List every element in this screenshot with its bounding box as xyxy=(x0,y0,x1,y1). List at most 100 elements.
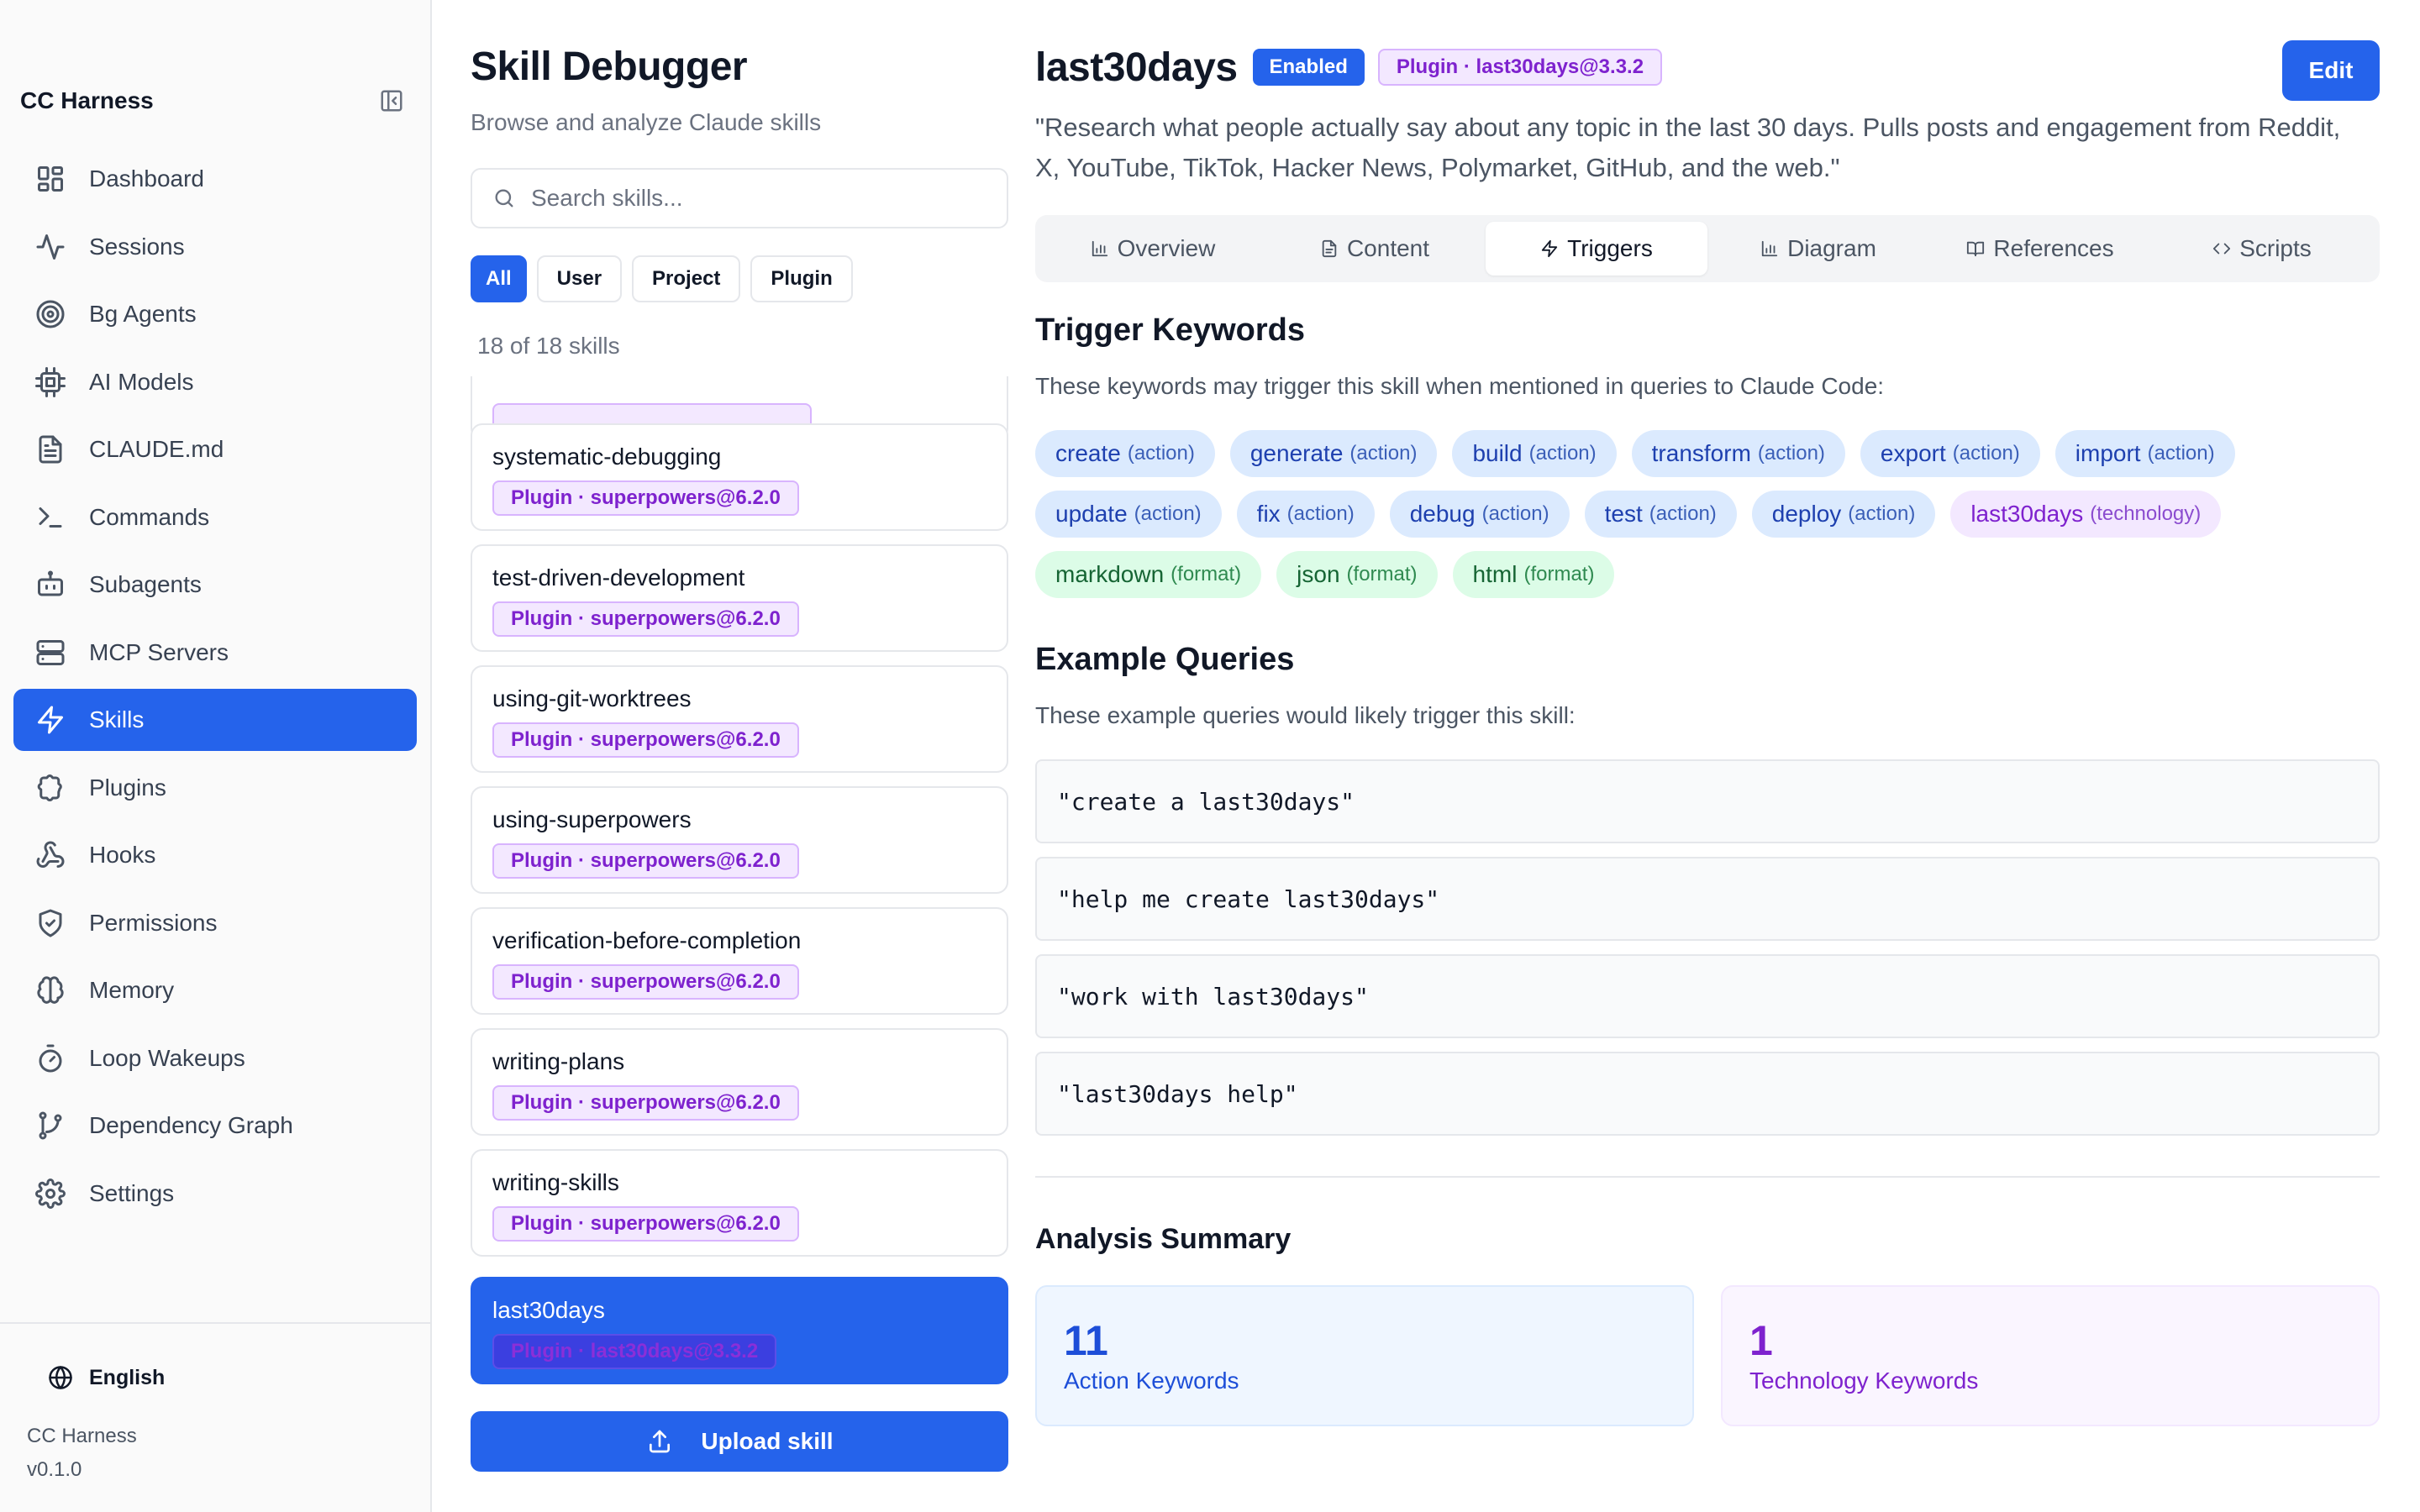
sidebar-item-memory[interactable]: Memory xyxy=(13,959,417,1021)
tab-diagram[interactable]: Diagram xyxy=(1707,222,1929,276)
page-subtitle: Browse and analyze Claude skills xyxy=(471,109,822,135)
file-icon xyxy=(1320,239,1339,258)
technology-keywords-stat: 1 Technology Keywords xyxy=(1721,1285,2380,1426)
webhook-icon xyxy=(34,838,67,872)
sidebar-item-dashboard[interactable]: Dashboard xyxy=(13,148,417,210)
detail-tabs: Overview Content Triggers Diagram References… xyxy=(1035,215,2380,282)
sidebar-item-bg-agents[interactable]: Bg Agents xyxy=(13,283,417,345)
keyword-word: generate xyxy=(1249,440,1344,466)
tab-triggers[interactable]: Triggers xyxy=(1486,222,1707,276)
keyword-type: (action) xyxy=(1528,442,1597,465)
tab-content[interactable]: Content xyxy=(1264,222,1486,276)
sidebar-item-plugins[interactable]: Plugins xyxy=(13,757,417,819)
tab-label: Diagram xyxy=(1787,235,1876,261)
skill-card[interactable]: verification-before-completion Plugin · s… xyxy=(471,907,1008,1015)
sidebar-item-mcp-servers[interactable]: MCP Servers xyxy=(13,622,417,684)
sidebar-item-label: Dependency Graph xyxy=(89,1112,293,1138)
git-branch-icon xyxy=(34,1109,67,1142)
sidebar-item-subagents[interactable]: Subagents xyxy=(13,554,417,616)
tab-references[interactable]: References xyxy=(1929,222,2151,276)
keyword-word: json xyxy=(1297,561,1340,587)
example-queries-heading: Example Queries xyxy=(1035,642,1295,677)
skill-name: systematic-debugging xyxy=(492,444,722,470)
source-badge: Plugin · last30days@3.3.2 xyxy=(1377,49,1663,86)
filter-plugin[interactable]: Plugin xyxy=(750,255,853,302)
sidebar-collapse-icon[interactable] xyxy=(376,86,407,116)
skill-card[interactable]: using-superpowers Plugin · superpowers@6.… xyxy=(471,786,1008,894)
language-selector[interactable]: English xyxy=(47,1361,165,1394)
skill-source-badge: Plugin · superpowers@6.2.0 xyxy=(492,843,799,879)
sidebar-item-hooks[interactable]: Hooks xyxy=(13,824,417,886)
upload-skill-button[interactable]: Upload skill xyxy=(471,1411,1008,1472)
keyword-word: fix xyxy=(1256,501,1281,527)
filter-all[interactable]: All xyxy=(471,255,527,302)
sidebar-item-permissions[interactable]: Permissions xyxy=(13,892,417,954)
keyword-type: (technology) xyxy=(2090,502,2202,525)
skill-card[interactable]: writing-skills Plugin · superpowers@6.2.0 xyxy=(471,1149,1008,1257)
search-box[interactable] xyxy=(471,168,1008,228)
terminal-icon xyxy=(34,501,67,534)
brain-icon xyxy=(34,974,67,1007)
example-query: "help me create last30days" xyxy=(1035,857,2380,941)
sidebar-item-label: Sessions xyxy=(89,233,185,260)
sidebar-item-ai-models[interactable]: AI Models xyxy=(13,351,417,413)
brand-row: CC Harness xyxy=(20,84,407,118)
keyword-chip: generate (action) xyxy=(1229,430,1438,477)
status-badge: Enabled xyxy=(1252,49,1365,86)
keyword-chip: markdown (format) xyxy=(1035,551,1262,598)
keyword-type: (format) xyxy=(1346,563,1418,585)
sidebar-item-label: Permissions xyxy=(89,909,218,936)
sidebar: CC Harness Dashboard Sessions Bg Agents AI … xyxy=(0,0,432,1512)
keyword-type: (action) xyxy=(1127,442,1195,465)
tab-label: Scripts xyxy=(2239,235,2312,261)
tab-overview[interactable]: Overview xyxy=(1042,222,1264,276)
skill-name: using-superpowers xyxy=(492,806,692,832)
skill-card[interactable]: last30days Plugin · last30days@3.3.2 xyxy=(471,1277,1008,1384)
sidebar-item-skills[interactable]: Skills xyxy=(13,689,417,751)
keyword-word: deploy xyxy=(1771,501,1842,527)
keyword-chip: update (action) xyxy=(1035,491,1222,538)
sidebar-item-sessions[interactable]: Sessions xyxy=(13,216,417,278)
puzzle-icon xyxy=(34,771,67,805)
skill-source-badge: Plugin · last30days@3.3.2 xyxy=(492,1334,777,1369)
trigger-keywords-subtitle: These keywords may trigger this skill wh… xyxy=(1035,373,1885,399)
app: CC Harness Dashboard Sessions Bg Agents AI … xyxy=(0,0,2420,1512)
keyword-word: debug xyxy=(1409,501,1476,527)
file-text-icon xyxy=(34,433,67,466)
sidebar-item-label: Hooks xyxy=(89,842,156,868)
action-keywords-count: 11 xyxy=(1064,1317,1108,1364)
sidebar-item-claude-md[interactable]: CLAUDE.md xyxy=(13,418,417,480)
sidebar-item-label: Plugins xyxy=(89,774,166,801)
example-queries-subtitle: These example queries would likely trigg… xyxy=(1035,702,1576,728)
skill-card[interactable]: systematic-debugging Plugin · superpowers… xyxy=(471,423,1008,531)
skill-list[interactable]: systematic-debugging Plugin · superpowers… xyxy=(471,376,1008,1401)
tab-scripts[interactable]: Scripts xyxy=(2151,222,2373,276)
edit-button[interactable]: Edit xyxy=(2282,40,2380,101)
skill-card[interactable]: test-driven-development Plugin · superpow… xyxy=(471,544,1008,652)
skill-name: last30days xyxy=(492,1297,605,1323)
filter-project[interactable]: Project xyxy=(632,255,741,302)
skill-name: test-driven-development xyxy=(492,564,745,591)
skill-card[interactable]: writing-plans Plugin · superpowers@6.2.0 xyxy=(471,1028,1008,1136)
sidebar-item-settings[interactable]: Settings xyxy=(13,1163,417,1225)
keyword-chip: fix (action) xyxy=(1236,491,1375,538)
skill-source-badge: Plugin · superpowers@6.2.0 xyxy=(492,1206,799,1242)
tab-label: References xyxy=(1993,235,2114,261)
search-input[interactable] xyxy=(531,185,985,212)
skill-name: using-git-worktrees xyxy=(492,685,692,711)
example-query: "last30days help" xyxy=(1035,1052,2380,1136)
skill-detail-panel: last30days Enabled Plugin · last30days@3… xyxy=(1035,0,2380,1512)
skill-card[interactable]: using-git-worktrees Plugin · superpowers@… xyxy=(471,665,1008,773)
shield-icon xyxy=(34,906,67,940)
sidebar-item-commands[interactable]: Commands xyxy=(13,486,417,549)
dashboard-icon xyxy=(34,162,67,196)
filter-user[interactable]: User xyxy=(536,255,623,302)
sidebar-item-dependency-graph[interactable]: Dependency Graph xyxy=(13,1095,417,1157)
sidebar-item-label: Loop Wakeups xyxy=(89,1044,245,1071)
sidebar-item-loop-wakeups[interactable]: Loop Wakeups xyxy=(13,1027,417,1089)
brand-title: CC Harness xyxy=(20,87,154,113)
skill-source-badge: Plugin · superpowers@6.2.0 xyxy=(492,480,799,516)
bar-chart-icon xyxy=(1091,239,1109,258)
keyword-type: (action) xyxy=(1757,442,1825,465)
sidebar-item-label: Dashboard xyxy=(89,165,204,192)
